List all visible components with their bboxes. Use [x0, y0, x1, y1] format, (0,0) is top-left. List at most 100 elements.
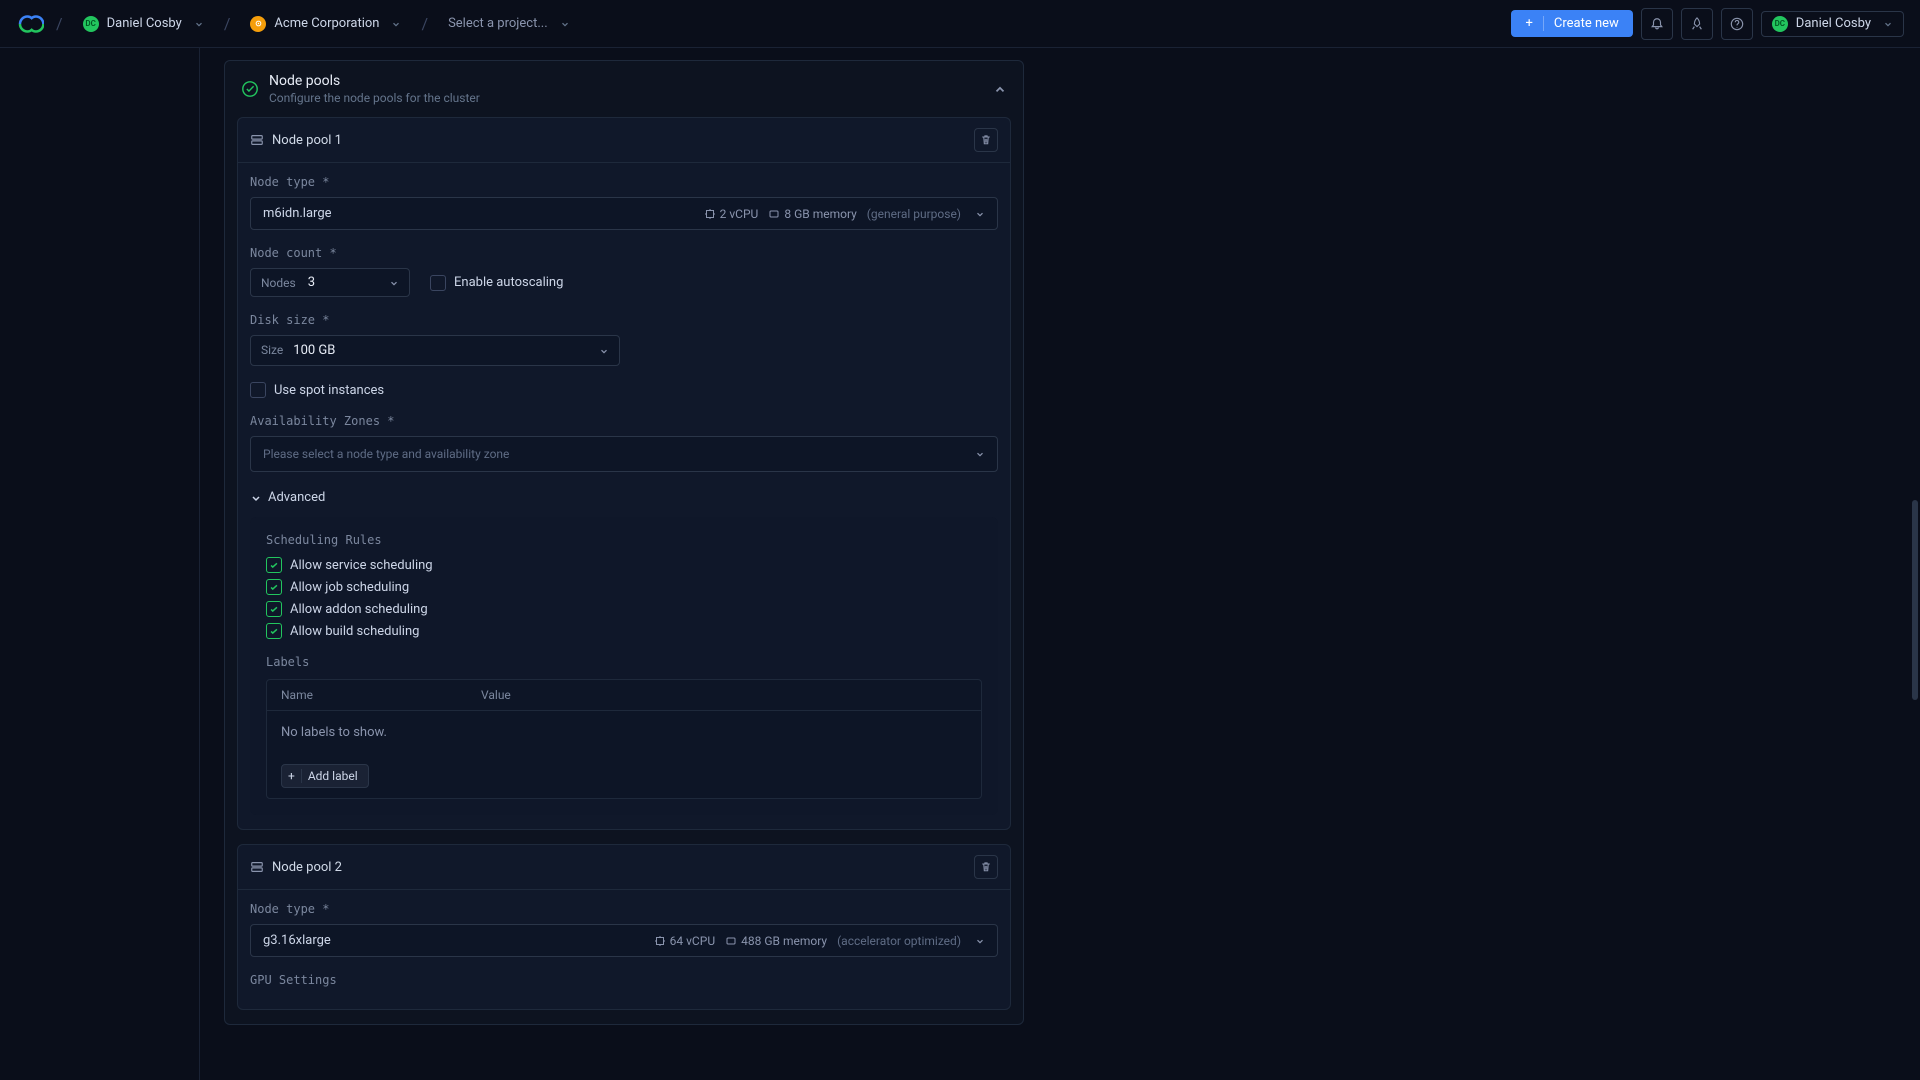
notifications-button[interactable]: [1641, 8, 1673, 40]
disk-size-select[interactable]: Size 100 GB: [250, 335, 620, 366]
add-label-button[interactable]: + Add label: [281, 764, 369, 788]
plus-icon: +: [1525, 16, 1543, 31]
labels-empty-state: No labels to show.: [267, 711, 981, 754]
breadcrumb-sep: /: [421, 14, 428, 33]
pool-header: Node pool 2: [238, 845, 1010, 890]
topbar: / DC Daniel Cosby / ⊙ Acme Corporation /…: [0, 0, 1920, 48]
availability-zone-select[interactable]: Please select a node type and availabili…: [250, 436, 998, 472]
vcpu-value: 64 vCPU: [670, 934, 715, 948]
chevron-down-icon: [1883, 19, 1893, 29]
trash-icon: [980, 134, 992, 146]
checkbox-box: [266, 623, 282, 639]
node-type-value: m6idn.large: [263, 206, 332, 221]
rule-label: Allow addon scheduling: [290, 602, 428, 617]
pool-title-text: Node pool 1: [272, 133, 342, 148]
advanced-toggle[interactable]: Advanced: [250, 490, 998, 505]
user-menu-name: Daniel Cosby: [1796, 16, 1871, 31]
cpu-icon: [654, 935, 666, 947]
rocket-button[interactable]: [1681, 8, 1713, 40]
purpose-text: (general purpose): [867, 207, 961, 221]
create-new-button[interactable]: + Create new: [1511, 10, 1632, 37]
help-button[interactable]: [1721, 8, 1753, 40]
chevron-down-icon: [560, 19, 570, 29]
node-type-label: Node type *: [250, 902, 998, 916]
chevron-down-icon: [975, 936, 985, 946]
chevron-down-icon: [599, 346, 609, 356]
node-type-select[interactable]: g3.16xlarge 64 vCPU 488 GB memory (accel…: [250, 924, 998, 957]
use-spot-checkbox[interactable]: Use spot instances: [250, 382, 998, 398]
node-count-value: 3: [308, 275, 373, 290]
rocket-icon: [1690, 17, 1704, 31]
advanced-panel: Scheduling Rules Allow service schedulin…: [250, 517, 998, 815]
create-new-label: Create new: [1554, 16, 1619, 31]
node-pools-header[interactable]: Node pools Configure the node pools for …: [225, 61, 1023, 117]
node-pool-card: Node pool 1 Node type * m6idn.large 2 vC…: [237, 117, 1011, 830]
breadcrumb-project[interactable]: Select a project...: [440, 12, 578, 35]
node-pools-section: Node pools Configure the node pools for …: [224, 60, 1024, 1025]
topbar-right: + Create new DC Daniel Cosby: [1511, 8, 1904, 40]
content-scroll[interactable]: Node pools Configure the node pools for …: [200, 48, 1920, 1080]
add-label-text: Add label: [308, 769, 358, 783]
scheduling-rule-checkbox[interactable]: Allow job scheduling: [266, 579, 982, 595]
breadcrumb-project-placeholder: Select a project...: [448, 16, 548, 31]
chevron-down-icon: [194, 19, 204, 29]
logo-icon[interactable]: [16, 14, 44, 34]
az-label: Availability Zones *: [250, 414, 998, 428]
breadcrumb-sep: /: [224, 14, 231, 33]
node-pool-card: Node pool 2 Node type * g3.16xlarge 64 v…: [237, 844, 1011, 1010]
plus-icon: +: [288, 769, 302, 783]
labels-col-value: Value: [481, 688, 511, 702]
scheduling-rule-checkbox[interactable]: Allow build scheduling: [266, 623, 982, 639]
section-title: Node pools: [269, 73, 480, 89]
chevron-down-icon: [250, 492, 262, 504]
enable-autoscaling-checkbox[interactable]: Enable autoscaling: [430, 275, 563, 291]
checkbox-box: [266, 579, 282, 595]
disk-size-label: Disk size *: [250, 313, 998, 327]
node-type-select[interactable]: m6idn.large 2 vCPU 8 GB memory (general …: [250, 197, 998, 230]
cpu-icon: [704, 208, 716, 220]
chevron-down-icon: [975, 449, 985, 459]
memory-icon: [725, 935, 737, 947]
memory-value: 8 GB memory: [784, 207, 856, 221]
pool-title-text: Node pool 2: [272, 860, 342, 875]
enable-autoscaling-label: Enable autoscaling: [454, 275, 563, 290]
rule-label: Allow service scheduling: [290, 558, 433, 573]
chevron-down-icon: [975, 209, 985, 219]
breadcrumb-user[interactable]: DC Daniel Cosby: [75, 12, 212, 36]
topbar-left: / DC Daniel Cosby / ⊙ Acme Corporation /…: [16, 12, 578, 36]
scrollbar-thumb[interactable]: [1912, 500, 1918, 700]
breadcrumb-sep: /: [56, 14, 63, 33]
gpu-settings-label: GPU Settings: [250, 973, 998, 987]
az-placeholder: Please select a node type and availabili…: [263, 447, 509, 461]
breadcrumb-org-name: Acme Corporation: [274, 16, 379, 31]
check-circle-icon: [241, 80, 259, 98]
server-icon: [250, 133, 264, 147]
server-icon: [250, 860, 264, 874]
size-prefix: Size: [261, 343, 283, 358]
scheduling-rule-checkbox[interactable]: Allow service scheduling: [266, 557, 982, 573]
chevron-up-icon: [993, 82, 1007, 96]
node-count-select[interactable]: Nodes 3: [250, 268, 410, 297]
delete-pool-button[interactable]: [974, 128, 998, 152]
scheduling-rules-label: Scheduling Rules: [266, 533, 982, 547]
labels-col-name: Name: [281, 688, 481, 702]
use-spot-label: Use spot instances: [274, 383, 384, 398]
chevron-down-icon: [389, 278, 399, 288]
checkbox-box: [430, 275, 446, 291]
user-menu[interactable]: DC Daniel Cosby: [1761, 11, 1904, 37]
user-avatar-icon: DC: [83, 16, 99, 32]
node-type-value: g3.16xlarge: [263, 933, 331, 948]
section-subtitle: Configure the node pools for the cluster: [269, 91, 480, 105]
labels-table-header: Name Value: [267, 680, 981, 711]
org-avatar-icon: ⊙: [250, 16, 266, 32]
disk-size-value: 100 GB: [293, 343, 335, 358]
memory-icon: [768, 208, 780, 220]
scheduling-rule-checkbox[interactable]: Allow addon scheduling: [266, 601, 982, 617]
breadcrumb-org[interactable]: ⊙ Acme Corporation: [242, 12, 409, 36]
checkbox-box: [250, 382, 266, 398]
trash-icon: [980, 861, 992, 873]
sidebar: [0, 48, 200, 1080]
bell-icon: [1650, 17, 1664, 31]
purpose-text: (accelerator optimized): [837, 934, 961, 948]
delete-pool-button[interactable]: [974, 855, 998, 879]
